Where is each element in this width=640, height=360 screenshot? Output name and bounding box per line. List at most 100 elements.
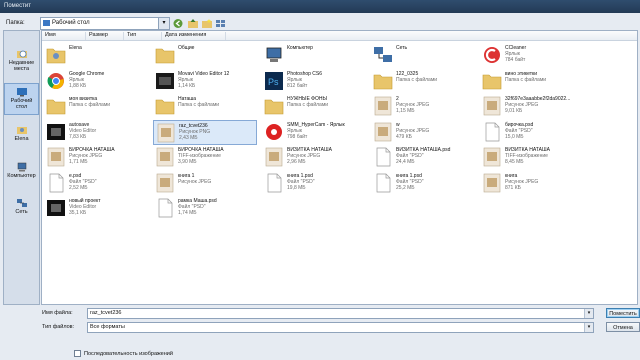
place-button[interactable]: Поместить: [606, 308, 640, 318]
look-in-bar: Папка: Рабочий стол ▾: [6, 16, 636, 30]
file-size: 479 КБ: [396, 133, 412, 140]
chevron-down-icon[interactable]: ▾: [584, 309, 593, 318]
column-date[interactable]: Дата изменения: [162, 32, 226, 40]
file-item[interactable]: 32f697e3aaabbe2f2da9022... Рисунок JPEG 9,…: [480, 94, 584, 119]
computer-icon: [17, 162, 26, 172]
new-folder-icon[interactable]: [201, 18, 213, 29]
file-item[interactable]: 2 Рисунок JPEG 1,15 МБ: [371, 94, 475, 119]
file-type: Папка с файлами: [178, 102, 220, 108]
file-item[interactable]: БИРОЧКА НАТАША Рисунок JPEG 1,71 МБ: [44, 145, 148, 170]
file-size: 9,01 КБ: [505, 108, 523, 114]
chevron-down-icon[interactable]: ▾: [158, 18, 169, 29]
image-thumb-icon: [482, 147, 502, 167]
file-size: 1,14 КБ: [178, 82, 196, 89]
file-item[interactable]: БИРОЧКА НАТАША TIFF-изображение 3,90 МБ: [153, 145, 257, 170]
file-item[interactable]: ВИЗИТКА НАТАША.psd Файл "PSD" 24,4 МБ: [371, 145, 475, 170]
column-size[interactable]: Размер: [86, 32, 124, 40]
file-item[interactable]: SMM_HyperCam - Ярлык Ярлык 798 байт: [262, 120, 366, 145]
look-in-label: Папка:: [6, 20, 25, 26]
image-thumb-icon: [373, 122, 393, 142]
place-computer[interactable]: Компьютер: [4, 159, 39, 191]
place-recent[interactable]: Недавние места: [4, 46, 39, 78]
image-thumb-icon: [156, 123, 176, 143]
network-icon: [16, 199, 27, 207]
view-menu-icon[interactable]: [215, 18, 227, 29]
title-bar: Поместит: [0, 0, 640, 13]
file-item[interactable]: autosave Video Editor 7,83 КБ: [44, 120, 148, 145]
file-item[interactable]: Сеть: [371, 43, 475, 68]
file-item[interactable]: бирочка.psd Файл "PSD" 15,0 МБ: [480, 120, 584, 145]
column-type[interactable]: Тип: [124, 32, 162, 40]
file-size: 812 байт: [287, 82, 308, 89]
file-item[interactable]: Elena: [44, 43, 148, 68]
file-item[interactable]: ВИЗИТКА НАТАША Рисунок JPEG 2,96 МБ: [262, 145, 366, 170]
file-item[interactable]: 122_0325 Папка с файлами: [371, 69, 475, 94]
image-thumb-icon: [373, 96, 393, 116]
file-size: 2,52 МБ: [69, 184, 88, 191]
file-item[interactable]: вино этикетки Папка с файлами: [480, 69, 584, 94]
file-size: 1,15 МБ: [396, 108, 415, 114]
file-size: 25,2 МБ: [396, 184, 415, 191]
folder-icon: [155, 45, 175, 65]
checkbox-box[interactable]: [74, 350, 81, 357]
video-project-icon: [46, 122, 66, 142]
file-size: 2,43 МБ: [179, 134, 198, 141]
file-item[interactable]: Google Chrome Ярлык 1,88 КБ: [44, 69, 148, 94]
file-item[interactable]: новый проект Video Editor 35,1 КБ: [44, 196, 148, 221]
file-item[interactable]: рамка Маша.psd Файл "PSD" 1,74 МБ: [153, 196, 257, 221]
file-item[interactable]: Movavi Video Editor 12 Ярлык 1,14 КБ: [153, 69, 257, 94]
file-item[interactable]: raz_tcvet236 Рисунок PNG 2,43 МБ: [153, 119, 257, 145]
back-icon[interactable]: [172, 18, 184, 29]
filetype-select[interactable]: Все форматы ▾: [87, 322, 594, 333]
file-item[interactable]: e.psd Файл "PSD" 2,52 МБ: [44, 171, 148, 196]
place-label: Рабочий стол: [10, 98, 33, 110]
network-icon: [373, 45, 393, 65]
chevron-down-icon[interactable]: ▾: [584, 323, 593, 332]
file-size: 2,96 МБ: [287, 159, 306, 165]
file-item[interactable]: Компьютер: [262, 43, 366, 68]
image-thumb-icon: [46, 147, 66, 167]
file-list[interactable]: Имя Размер Тип Дата изменения Elena Общие…: [41, 30, 638, 305]
file-item[interactable]: ВИЗИТКА НАТАША TIFF-изображение 8,45 МБ: [480, 145, 584, 170]
window-title: Поместит: [4, 3, 31, 9]
file-item[interactable]: CCleaner Ярлык 784 байт: [480, 43, 584, 68]
image-thumb-icon: [482, 96, 502, 116]
psd-icon: [264, 173, 284, 193]
look-in-combo[interactable]: Рабочий стол ▾: [40, 17, 170, 30]
file-item[interactable]: Наташа Папка с файлами: [153, 94, 257, 119]
cancel-button[interactable]: Отмена: [606, 322, 640, 332]
file-size: 19,8 МБ: [287, 184, 306, 191]
file-name: Общие: [178, 45, 195, 51]
folder-icon: [155, 96, 175, 116]
column-name[interactable]: Имя: [42, 32, 86, 40]
psd-icon: [373, 147, 393, 167]
video-project-icon: [46, 198, 66, 218]
place-network[interactable]: Сеть: [4, 195, 39, 227]
place-elena[interactable]: Elena: [4, 122, 39, 154]
file-type: Папка с файлами: [505, 76, 547, 83]
file-size: 784 байт: [505, 57, 526, 63]
place-label: Недавние места: [8, 60, 35, 72]
psd-icon: [373, 173, 393, 193]
filetype-label: Тип файлов:: [42, 324, 75, 330]
file-item[interactable]: НУЖНЫЕ ФОНЫ Папка с файлами: [262, 94, 366, 119]
place-desktop[interactable]: Рабочий стол: [4, 83, 39, 115]
file-size: 798 байт: [287, 133, 308, 140]
filename-input[interactable]: raz_tcvet236 ▾: [87, 308, 594, 319]
file-item[interactable]: книга 1 Рисунок JPEG: [153, 171, 257, 196]
file-item[interactable]: Общие: [153, 43, 257, 68]
file-item[interactable]: книга 1.psd Файл "PSD" 19,8 МБ: [262, 171, 366, 196]
file-item[interactable]: w Рисунок JPEG 479 КБ: [371, 120, 475, 145]
file-item[interactable]: книга Рисунок JPEG 871 КБ: [480, 171, 584, 196]
file-name: Сеть: [396, 45, 408, 51]
file-item[interactable]: книга 1.psd Файл "PSD" 25,2 МБ: [371, 171, 475, 196]
image-thumb-icon: [155, 173, 175, 193]
image-thumb-icon: [482, 173, 502, 193]
file-item[interactable]: Ps Photoshop CS6 Ярлык 812 байт: [262, 69, 366, 94]
up-folder-icon[interactable]: [187, 18, 199, 29]
file-size: 871 КБ: [505, 184, 521, 191]
image-sequence-checkbox[interactable]: Последовательность изображений: [74, 350, 173, 357]
user-folder-icon: [46, 45, 66, 65]
place-label: Elena: [14, 136, 29, 142]
file-item[interactable]: моя визитка Папка с файлами: [44, 94, 148, 119]
